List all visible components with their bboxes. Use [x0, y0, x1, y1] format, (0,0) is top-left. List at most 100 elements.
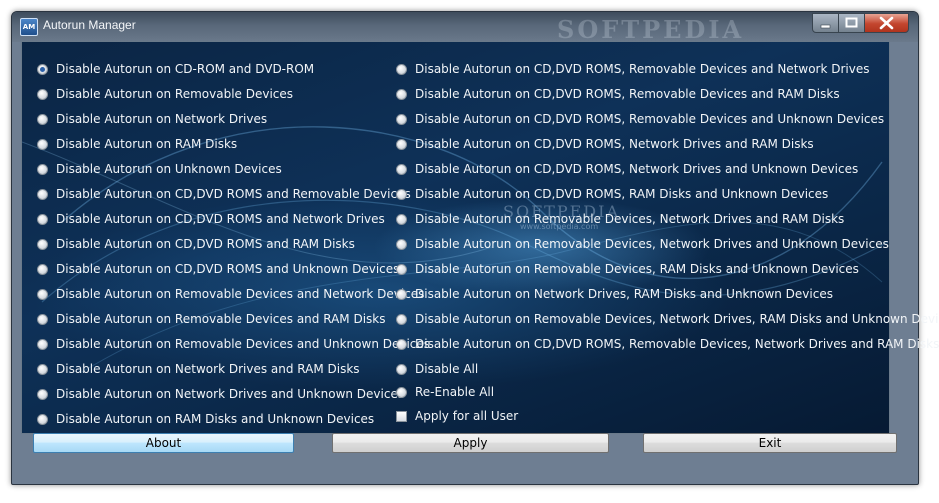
option-label: Re-Enable All	[415, 385, 495, 399]
radio-button[interactable]	[37, 288, 48, 300]
radio-button[interactable]	[37, 338, 48, 350]
autorun-option[interactable]: Disable Autorun on Removable Devices, Ne…	[396, 210, 844, 228]
maximize-button[interactable]	[838, 13, 865, 33]
radio-button[interactable]	[396, 63, 407, 75]
autorun-option[interactable]: Disable Autorun on CD,DVD ROMS and Netwo…	[37, 210, 385, 228]
apply-all-users-checkbox[interactable]: Apply for all User	[396, 407, 518, 425]
option-label: Disable Autorun on Network Drives	[56, 112, 268, 126]
radio-button[interactable]	[37, 413, 48, 425]
close-icon	[879, 16, 894, 30]
autorun-option[interactable]: Disable Autorun on Removable Devices, Ne…	[396, 310, 939, 328]
option-label: Disable Autorun on RAM Disks	[56, 137, 238, 151]
autorun-option[interactable]: Disable Autorun on Removable Devices, RA…	[396, 260, 859, 278]
maximize-icon	[845, 17, 858, 28]
apply-button[interactable]: Apply	[332, 433, 609, 453]
option-label: Disable Autorun on Removable Devices and…	[56, 337, 431, 351]
title-watermark: SOFTPEDIA	[557, 15, 745, 44]
option-label: Disable Autorun on CD,DVD ROMS, Network …	[415, 137, 814, 151]
autorun-option[interactable]: Disable Autorun on Removable Devices and…	[37, 310, 385, 328]
autorun-option[interactable]: Disable Autorun on CD,DVD ROMS, Removabl…	[396, 335, 939, 353]
option-label: Disable Autorun on Network Drives and Un…	[56, 387, 405, 401]
option-label: Disable Autorun on Removable Devices, Ne…	[415, 212, 845, 226]
autorun-option[interactable]: Disable Autorun on CD-ROM and DVD-ROM	[37, 60, 314, 78]
option-label: Disable Autorun on Network Drives, RAM D…	[415, 287, 833, 301]
option-label: Disable Autorun on CD,DVD ROMS, Removabl…	[415, 87, 840, 101]
radio-button[interactable]	[37, 163, 48, 175]
radio-button[interactable]	[396, 288, 407, 300]
radio-button[interactable]	[37, 238, 48, 250]
option-label: Disable Autorun on CD,DVD ROMS, Removabl…	[415, 62, 870, 76]
radio-button[interactable]	[37, 63, 48, 75]
radio-button[interactable]	[396, 88, 407, 100]
autorun-option[interactable]: Disable Autorun on CD,DVD ROMS and RAM D…	[37, 235, 355, 253]
minimize-icon	[820, 24, 831, 29]
option-label: Disable Autorun on Network Drives and RA…	[56, 362, 360, 376]
title-bar[interactable]: AM Autorun Manager SOFTPEDIA	[12, 12, 918, 44]
option-label: Disable Autorun on Removable Devices and…	[56, 312, 386, 326]
radio-button[interactable]	[396, 138, 407, 150]
autorun-app-icon[interactable]: AM	[20, 18, 38, 36]
option-label: Disable Autorun on CD,DVD ROMS, RAM Disk…	[415, 187, 829, 201]
radio-button[interactable]	[37, 213, 48, 225]
radio-button[interactable]	[37, 113, 48, 125]
option-label: Disable Autorun on RAM Disks and Unknown…	[56, 412, 375, 426]
autorun-option[interactable]: Disable Autorun on CD,DVD ROMS, Removabl…	[396, 110, 884, 128]
option-label: Disable Autorun on CD,DVD ROMS and Unkno…	[56, 262, 400, 276]
radio-button[interactable]	[37, 363, 48, 375]
option-label: Disable Autorun on Removable Devices, RA…	[415, 262, 859, 276]
autorun-option[interactable]: Disable Autorun on Unknown Devices	[37, 160, 282, 178]
autorun-option[interactable]: Disable Autorun on Removable Devices, Ne…	[396, 235, 889, 253]
option-label: Disable Autorun on Removable Devices, Ne…	[415, 312, 939, 326]
autorun-option[interactable]: Disable All	[396, 360, 478, 378]
autorun-option[interactable]: Disable Autorun on CD,DVD ROMS, Network …	[396, 135, 814, 153]
option-label: Disable Autorun on CD,DVD ROMS, Network …	[415, 162, 859, 176]
close-button[interactable]	[864, 13, 909, 33]
radio-button[interactable]	[396, 313, 407, 325]
radio-button[interactable]	[396, 363, 407, 375]
option-label: Disable Autorun on CD-ROM and DVD-ROM	[56, 62, 315, 76]
radio-button[interactable]	[37, 313, 48, 325]
option-label: Disable Autorun on CD,DVD ROMS and Netwo…	[56, 212, 385, 226]
radio-button[interactable]	[37, 88, 48, 100]
autorun-option[interactable]: Disable Autorun on Removable Devices and…	[37, 285, 424, 303]
option-label: Disable Autorun on CD,DVD ROMS, Removabl…	[415, 112, 885, 126]
autorun-option[interactable]: Disable Autorun on Removable Devices	[37, 85, 293, 103]
option-label: Disable All	[415, 362, 479, 376]
autorun-option[interactable]: Disable Autorun on CD,DVD ROMS, Removabl…	[396, 85, 840, 103]
radio-button[interactable]	[37, 188, 48, 200]
radio-button[interactable]	[396, 213, 407, 225]
radio-button[interactable]	[37, 138, 48, 150]
option-label: Disable Autorun on Removable Devices and…	[56, 287, 425, 301]
autorun-option[interactable]: Disable Autorun on CD,DVD ROMS, RAM Disk…	[396, 185, 828, 203]
apply-all-users-label: Apply for all User	[415, 409, 519, 423]
radio-button[interactable]	[396, 238, 407, 250]
autorun-option[interactable]: Disable Autorun on Network Drives and Un…	[37, 385, 404, 403]
checkbox-box[interactable]	[396, 410, 407, 422]
window-title: Autorun Manager	[43, 18, 136, 32]
radio-button[interactable]	[396, 188, 407, 200]
option-label: Disable Autorun on Removable Devices, Ne…	[415, 237, 889, 251]
option-label: Disable Autorun on CD,DVD ROMS, Removabl…	[415, 337, 939, 351]
radio-button[interactable]	[396, 113, 407, 125]
radio-button[interactable]	[396, 263, 407, 275]
autorun-option[interactable]: Disable Autorun on CD,DVD ROMS, Removabl…	[396, 60, 870, 78]
autorun-option[interactable]: Disable Autorun on Network Drives and RA…	[37, 360, 360, 378]
radio-button[interactable]	[37, 263, 48, 275]
radio-button[interactable]	[396, 163, 407, 175]
autorun-option[interactable]: Re-Enable All	[396, 383, 494, 401]
autorun-option[interactable]: Disable Autorun on RAM Disks	[37, 135, 237, 153]
radio-button[interactable]	[396, 386, 407, 398]
autorun-option[interactable]: Disable Autorun on RAM Disks and Unknown…	[37, 410, 374, 428]
radio-button[interactable]	[37, 388, 48, 400]
minimize-button[interactable]	[812, 13, 839, 33]
autorun-option[interactable]: Disable Autorun on Network Drives	[37, 110, 267, 128]
autorun-option[interactable]: Disable Autorun on Removable Devices and…	[37, 335, 430, 353]
option-label: Disable Autorun on Unknown Devices	[56, 162, 282, 176]
exit-button[interactable]: Exit	[643, 433, 897, 453]
autorun-option[interactable]: Disable Autorun on Network Drives, RAM D…	[396, 285, 833, 303]
about-button[interactable]: About	[33, 433, 294, 453]
autorun-option[interactable]: Disable Autorun on CD,DVD ROMS and Remov…	[37, 185, 411, 203]
autorun-option[interactable]: Disable Autorun on CD,DVD ROMS and Unkno…	[37, 260, 399, 278]
autorun-option[interactable]: Disable Autorun on CD,DVD ROMS, Network …	[396, 160, 858, 178]
radio-button[interactable]	[396, 338, 407, 350]
